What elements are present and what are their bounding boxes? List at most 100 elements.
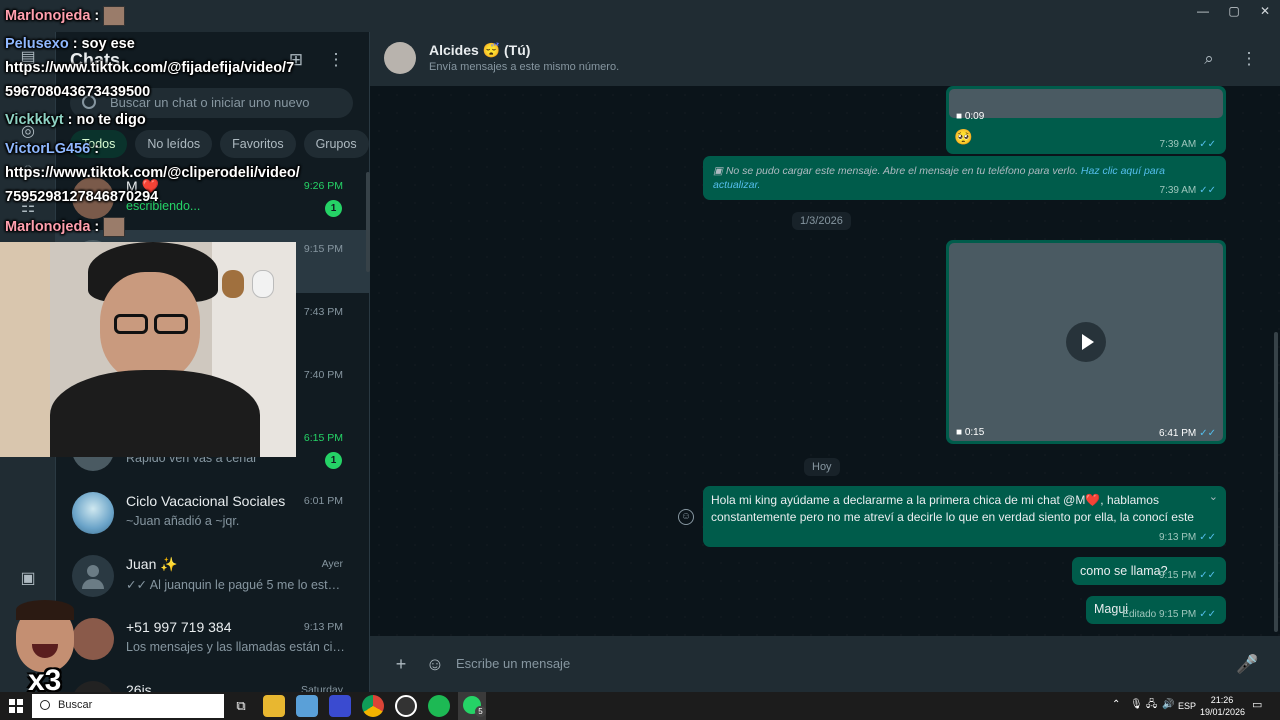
message-meta: 7:39 AM ✓✓ (1159, 139, 1216, 150)
chat-row[interactable]: +51 997 719 384 9:13 PM Los mensajes y l… (56, 608, 369, 671)
stream-chat-line: Marlonojeda : (5, 6, 126, 26)
avatar (72, 555, 114, 597)
message-input[interactable]: Escribe un mensaje (456, 649, 1226, 679)
microphone-icon[interactable]: 🎙 (1130, 699, 1143, 711)
video-duration: ■ 0:15 (956, 427, 985, 438)
default-avatar-body (82, 579, 104, 589)
chrome-icon[interactable] (362, 695, 384, 717)
message-meta: 7:39 AM ✓✓ (1159, 185, 1216, 196)
text-message[interactable]: como se llama? 9:15 PM ✓✓ (1072, 557, 1226, 585)
chat-preview: ~Juan añadió a ~jqr. (126, 514, 240, 528)
read-ticks-icon: ✓✓ (1199, 532, 1216, 543)
emote-icon (103, 6, 126, 26)
read-ticks-icon: ✓✓ (1199, 185, 1216, 196)
webcam-figure (222, 270, 244, 298)
failed-message[interactable]: ▣ No se pudo cargar este mensaje. Abre e… (703, 156, 1226, 200)
text-message[interactable]: Hola mi king ayúdame a declararme a la p… (703, 486, 1226, 547)
contact-avatar[interactable] (384, 42, 416, 74)
attach-icon[interactable]: + (390, 653, 412, 675)
play-icon[interactable] (1066, 322, 1106, 362)
whatsapp-desktop-window: — ▢ ✕ ▤ ◎ ◌ ☷ ▣ Chats ⊞ ⋮ Buscar un chat… (0, 0, 1280, 720)
avatar (72, 492, 114, 534)
stream-chat-line: Vickkkyt : no te digo (5, 112, 146, 128)
read-ticks-icon: ✓✓ (1199, 428, 1216, 439)
chat-row[interactable]: 26is Saturday (56, 671, 369, 692)
stream-chat-line: 596708043673439500 (5, 84, 151, 100)
read-ticks-icon: ✓✓ (1199, 139, 1216, 150)
search-icon[interactable]: ⌕ (1197, 47, 1221, 71)
tray-chevron-icon[interactable]: ⌃ (1112, 699, 1120, 711)
failed-message-text: ▣ No se pudo cargar este mensaje. Abre e… (713, 165, 1165, 191)
message-meta: Editado 9:15 PM ✓✓ (1122, 609, 1216, 620)
message-meta: 9:13 PM ✓✓ (1158, 532, 1216, 543)
message-text: Hola mi king ayúdame a declararme a la p… (711, 493, 1194, 524)
edited-label: Editado (1122, 609, 1157, 620)
date-separator: 1/3/2026 (792, 212, 851, 230)
text-message[interactable]: Magui Editado 9:15 PM ✓✓ (1086, 596, 1226, 624)
volume-icon[interactable]: 🔊 (1162, 699, 1174, 711)
message-text: como se llama? (1080, 564, 1168, 578)
obs-icon[interactable] (395, 695, 417, 717)
stream-chat-line: VictorLG456 : (5, 141, 100, 157)
video-thumbnail[interactable] (949, 89, 1223, 118)
contact-name: Alcides 😴 (Tú) (429, 42, 531, 58)
chat-time: Ayer (321, 558, 343, 570)
default-avatar-icon (87, 565, 99, 577)
windows-taskbar: Buscar ⧉ 5 ⌃ 🎙 🖧 🔊 ESP 21:26 19/01/2026 … (0, 692, 1280, 720)
message-meta: 9:15 PM ✓✓ (1158, 570, 1216, 581)
chat-time: Saturday (300, 684, 343, 692)
video-message[interactable]: ■ 0:15 6:41 PM ✓✓ (946, 240, 1226, 444)
notifications-icon[interactable]: ▭ (1252, 699, 1262, 711)
windows-start-icon[interactable] (9, 699, 23, 713)
conversation-header[interactable]: Alcides 😴 (Tú) Envía mensajes a este mis… (370, 32, 1280, 86)
stream-chat-line: Marlonojeda : (5, 217, 126, 237)
minimize-button[interactable]: — (1186, 0, 1220, 24)
taskbar-search-label: Buscar (58, 699, 93, 711)
read-ticks-icon: ✓✓ (1199, 570, 1216, 581)
spotify-icon[interactable] (428, 695, 450, 717)
network-icon[interactable]: 🖧 (1146, 699, 1157, 711)
webcam-feed (0, 242, 296, 457)
read-ticks-icon: ✓✓ (1199, 609, 1216, 620)
file-explorer-icon[interactable] (263, 695, 285, 717)
microphone-icon[interactable]: 🎤 (1236, 653, 1258, 675)
close-button[interactable]: ✕ (1248, 0, 1280, 24)
contact-subtitle: Envía mensajes a este mismo número. (429, 61, 620, 73)
video-message[interactable]: ■ 0:09 🥺 7:39 AM ✓✓ (946, 86, 1226, 154)
emote-icon (103, 217, 126, 237)
conversation-scrollbar[interactable] (1274, 332, 1278, 632)
conversation-panel: Alcides 😴 (Tú) Envía mensajes a este mis… (370, 32, 1280, 692)
chat-row[interactable]: Ciclo Vacacional Sociales 6:01 PM ~Juan … (56, 482, 369, 545)
chat-time: 9:13 PM (303, 621, 343, 633)
taskbar-search[interactable]: Buscar (32, 694, 224, 718)
chat-row[interactable]: Juan ✨ Ayer ✓✓ Al juanquin le pagué 5 me… (56, 545, 369, 608)
message-meta: 6:41 PM ✓✓ (1158, 428, 1216, 439)
webcam-person-shirt (50, 370, 260, 457)
chat-name: +51 997 719 384 (126, 619, 232, 635)
failed-icon: ▣ (713, 165, 726, 177)
task-view-icon[interactable]: ⧉ (230, 695, 252, 717)
video-duration: ■ 0:09 (956, 111, 985, 122)
video-camera-icon: ■ (956, 111, 965, 122)
language-indicator[interactable]: ESP (1178, 700, 1196, 712)
whatsapp-taskbar-button[interactable]: 5 (458, 692, 486, 720)
stream-chat-line: https://www.tiktok.com/@fijadefija/video… (5, 60, 295, 76)
clock-date: 19/01/2026 (1200, 707, 1246, 717)
chat-name: Ciclo Vacacional Sociales (126, 493, 286, 509)
chevron-down-icon[interactable]: ⌄ (1209, 490, 1218, 503)
app-icon[interactable] (329, 695, 351, 717)
taskbar-clock[interactable]: 21:26 19/01/2026 (1200, 694, 1246, 718)
stream-chat-line: 7595298127846870294 (5, 189, 159, 205)
media-icon[interactable]: ▣ (16, 567, 40, 591)
chat-preview: Los mensajes y las llamadas están cifr..… (126, 640, 346, 654)
whatsapp-count-badge: 5 (475, 706, 486, 717)
app-icon[interactable] (296, 695, 318, 717)
emoji-reaction-icon[interactable]: ☺ (678, 509, 694, 525)
stream-chat-line: Pelusexo : soy ese (5, 36, 135, 52)
menu-icon[interactable]: ⋮ (1237, 47, 1261, 71)
maximize-button[interactable]: ▢ (1217, 0, 1251, 24)
sticker-icon[interactable]: ☺ (424, 653, 446, 675)
search-icon (40, 700, 50, 710)
video-camera-icon: ■ (956, 427, 965, 438)
webcam-figure (252, 270, 274, 298)
